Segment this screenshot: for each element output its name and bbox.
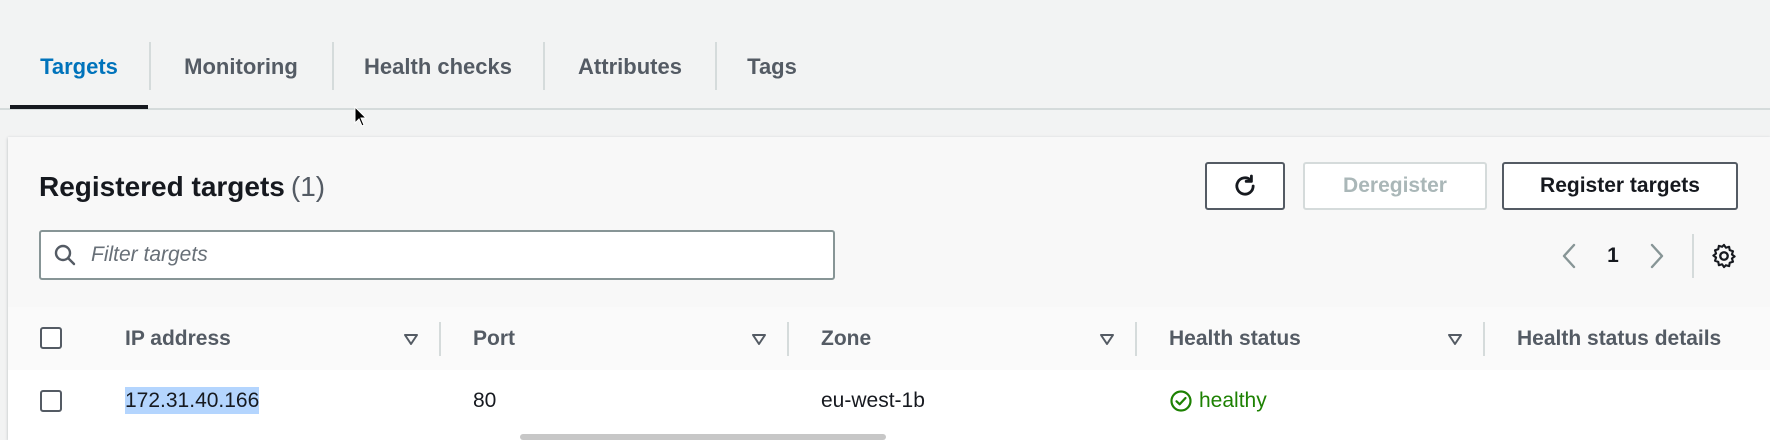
tab-targets[interactable]: Targets (20, 40, 138, 94)
tab-attributes[interactable]: Attributes (563, 40, 697, 94)
column-header-ip-address[interactable]: IP address (125, 307, 231, 370)
panel-title: Registered targets (1) (39, 171, 325, 203)
tab-divider (543, 42, 545, 90)
sort-caret-icon[interactable] (401, 329, 421, 349)
panel-header: Registered targets (1) Deregister Registe… (8, 137, 1770, 307)
column-header-port[interactable]: Port (473, 307, 515, 370)
table-row[interactable]: 172.31.40.166 80 eu-west-1b healthy (8, 370, 1770, 432)
active-tab-indicator (10, 105, 148, 109)
cell-ip-address: 172.31.40.166 (125, 370, 260, 432)
tab-monitoring[interactable]: Monitoring (166, 40, 316, 94)
target-count: (1) (290, 171, 326, 202)
preferences-button[interactable] (1702, 234, 1746, 278)
horizontal-scrollbar[interactable] (520, 434, 886, 440)
refresh-icon (1235, 174, 1255, 196)
health-status-text: healthy (1199, 389, 1267, 412)
filter-targets-input[interactable] (89, 242, 793, 268)
tab-divider (332, 42, 334, 90)
tab-divider (715, 42, 717, 90)
register-targets-button[interactable]: Register targets (1502, 162, 1738, 210)
column-header-health-status[interactable]: Health status (1169, 307, 1301, 370)
column-resizer[interactable] (1135, 322, 1137, 356)
next-page-button[interactable] (1639, 234, 1675, 278)
gear-icon (1712, 243, 1736, 269)
chevron-left-icon (1562, 243, 1576, 269)
tab-health-checks[interactable]: Health checks (352, 40, 524, 94)
column-resizer[interactable] (787, 322, 789, 356)
search-icon (41, 232, 89, 278)
select-all-checkbox[interactable] (40, 327, 62, 349)
column-resizer[interactable] (439, 322, 441, 356)
sort-caret-icon[interactable] (749, 329, 769, 349)
table-header: IP address Port Zone Health status Healt… (8, 307, 1770, 371)
column-resizer[interactable] (1483, 322, 1485, 356)
tab-tags[interactable]: Tags (737, 40, 807, 94)
row-checkbox[interactable] (40, 390, 62, 412)
registered-targets-panel: Registered targets (1) Deregister Registe… (8, 137, 1770, 440)
panel-title-text: Registered targets (39, 171, 285, 202)
deregister-button[interactable]: Deregister (1303, 162, 1487, 210)
tab-divider (149, 42, 151, 90)
chevron-right-icon (1650, 243, 1664, 269)
check-circle-icon (1170, 390, 1192, 412)
cell-health-status: healthy (1169, 370, 1267, 432)
column-header-health-status-details[interactable]: Health status details (1517, 307, 1721, 370)
sort-caret-icon[interactable] (1445, 329, 1465, 349)
tab-bar: Targets Monitoring Health checks Attribu… (0, 0, 1770, 110)
filter-targets-search (39, 230, 835, 280)
cell-port: 80 (473, 389, 497, 412)
refresh-button[interactable] (1205, 162, 1285, 210)
current-page-number[interactable]: 1 (1598, 234, 1628, 278)
cell-zone: eu-west-1b (821, 389, 925, 412)
pagination-divider (1692, 234, 1694, 278)
ip-address-text: 172.31.40.166 (125, 387, 260, 414)
sort-caret-icon[interactable] (1097, 329, 1117, 349)
previous-page-button[interactable] (1551, 234, 1587, 278)
column-header-zone[interactable]: Zone (821, 307, 871, 370)
